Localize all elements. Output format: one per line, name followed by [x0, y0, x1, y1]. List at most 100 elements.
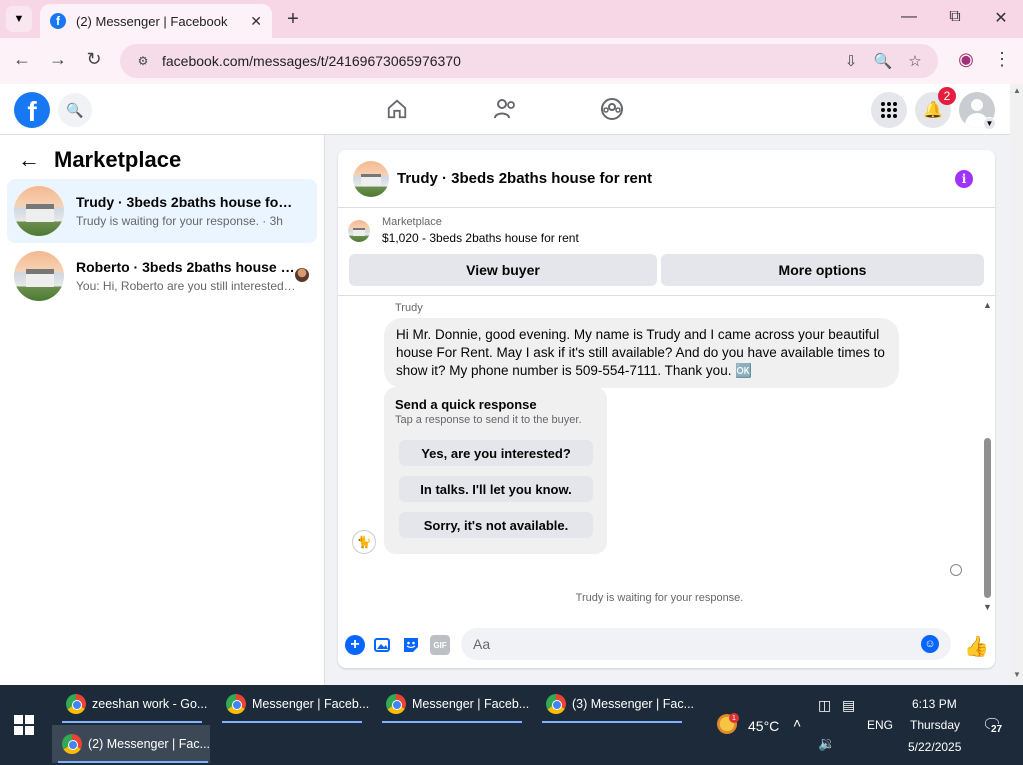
- groups-nav-icon[interactable]: [599, 96, 625, 122]
- view-buyer-button[interactable]: View buyer: [349, 254, 657, 286]
- listing-summary[interactable]: Marketplace $1,020 - 3beds 2baths house …: [348, 216, 579, 245]
- windows-start-icon[interactable]: [14, 715, 34, 735]
- message-composer: + GIF Aa ☺ 👍: [338, 626, 995, 666]
- scrollbar-thumb[interactable]: [984, 438, 991, 598]
- restore-button[interactable]: ⧉: [944, 8, 966, 26]
- chrome-icon: [66, 694, 86, 714]
- sender-name: Trudy: [395, 302, 423, 314]
- scroll-up-icon[interactable]: ▲: [1013, 86, 1021, 95]
- browser-menu-icon[interactable]: ⋮: [990, 49, 1014, 70]
- taskbar-window[interactable]: zeeshan work - Go...: [56, 685, 208, 723]
- quick-response-option[interactable]: Sorry, it's not available.: [399, 512, 593, 538]
- windows-taskbar: zeeshan work - Go... Messenger | Faceb..…: [0, 685, 1023, 765]
- search-icon: 🔍: [66, 101, 84, 118]
- message-input-placeholder: Aa: [473, 636, 491, 652]
- language-indicator[interactable]: ENG: [867, 718, 893, 732]
- taskbar-window-active[interactable]: (2) Messenger | Fac...: [52, 725, 210, 763]
- facebook-logo[interactable]: f: [14, 92, 50, 128]
- chrome-icon: [226, 694, 246, 714]
- new-tab-button[interactable]: +: [282, 8, 304, 31]
- back-button[interactable]: ←: [10, 49, 34, 70]
- photo-icon[interactable]: [373, 635, 393, 655]
- divider: [338, 295, 995, 296]
- grid-icon: [881, 102, 897, 118]
- clock-date[interactable]: 5/22/2025: [908, 740, 961, 754]
- avatar-head: [971, 99, 983, 111]
- taskbar-window-label: Messenger | Faceb...: [412, 697, 530, 711]
- browser-toolbar: ← → ↻ ⚙ facebook.com/messages/t/24169673…: [0, 38, 1023, 84]
- browser-tab-active[interactable]: f (2) Messenger | Facebook ✕: [40, 4, 272, 38]
- thumbs-up-icon[interactable]: 👍: [964, 634, 989, 659]
- conversation-item-trudy[interactable]: Trudy · 3beds 2baths house for rent Trud…: [7, 179, 317, 243]
- conversation-name: Trudy · 3beds 2baths house for rent: [76, 194, 296, 210]
- info-icon[interactable]: i: [955, 170, 973, 188]
- listing-thumbnail[interactable]: [353, 160, 389, 197]
- message-bubble[interactable]: Hi Mr. Donnie, good evening. My name is …: [384, 318, 899, 388]
- show-hidden-icons-icon[interactable]: ˄: [793, 715, 801, 731]
- taskbar-window[interactable]: Messenger | Faceb...: [376, 685, 530, 723]
- quick-response-title: Send a quick response: [395, 397, 537, 412]
- facebook-header: f 🔍 🔔 2 ▼: [0, 84, 1010, 135]
- emoji-icon[interactable]: ☺: [921, 635, 939, 653]
- tab-search-button[interactable]: ▼: [6, 6, 32, 32]
- taskbar-window[interactable]: (3) Messenger | Fac...: [536, 685, 694, 723]
- browser-tab-bar: ▼ f (2) Messenger | Facebook ✕ + — ⧉ ✕: [0, 0, 1023, 38]
- scroll-up-icon[interactable]: ▲: [983, 300, 992, 310]
- sticker-icon[interactable]: [401, 635, 421, 655]
- back-arrow-icon[interactable]: ←: [18, 147, 40, 173]
- more-options-button[interactable]: More options: [661, 254, 984, 286]
- gif-icon[interactable]: GIF: [430, 635, 450, 655]
- search-button[interactable]: 🔍: [58, 93, 92, 127]
- network-icon[interactable]: ▤: [842, 697, 855, 714]
- quick-response-option[interactable]: Yes, are you interested?: [399, 440, 593, 466]
- menu-grid-button[interactable]: [871, 92, 907, 128]
- panel-header: ← Marketplace: [18, 147, 181, 173]
- conversation-preview: You: Hi, Roberto are you still intereste…: [76, 279, 296, 293]
- volume-icon[interactable]: 🔉: [818, 735, 835, 752]
- temperature[interactable]: 45°C: [748, 718, 779, 734]
- profile-icon[interactable]: ◉: [954, 49, 978, 70]
- waiting-status: Trudy is waiting for your response.: [575, 592, 744, 604]
- chat-header: Trudy · 3beds 2baths house for rent i: [338, 150, 995, 208]
- bookmark-star-icon[interactable]: ☆: [904, 52, 926, 70]
- quick-response-card: Send a quick response Tap a response to …: [384, 387, 607, 554]
- chevron-down-icon: ▼: [13, 13, 25, 25]
- scroll-down-icon[interactable]: ▼: [983, 602, 992, 612]
- clock-time[interactable]: 6:13 PM: [912, 697, 957, 711]
- facebook-favicon-icon: f: [50, 13, 66, 29]
- page-scrollbar[interactable]: ▲ ▼: [1010, 84, 1023, 685]
- chat-panel: Trudy · 3beds 2baths house for rent i Ma…: [338, 150, 995, 668]
- home-nav-icon[interactable]: [384, 96, 410, 122]
- chat-title[interactable]: Trudy · 3beds 2baths house for rent: [397, 170, 652, 187]
- chat-scrollbar[interactable]: ▲ ▼: [981, 300, 993, 612]
- message-input[interactable]: Aa ☺: [461, 628, 951, 660]
- panel-title: Marketplace: [54, 147, 182, 172]
- quick-response-option[interactable]: In talks. I'll let you know.: [399, 476, 593, 502]
- plus-icon[interactable]: +: [345, 635, 365, 655]
- scroll-down-icon[interactable]: ▼: [1013, 670, 1021, 679]
- close-window-button[interactable]: ✕: [990, 8, 1012, 28]
- sender-avatar[interactable]: 🐈: [352, 530, 376, 554]
- minimize-button[interactable]: —: [898, 8, 920, 26]
- forward-button[interactable]: →: [46, 49, 70, 70]
- friends-nav-icon[interactable]: [492, 96, 518, 122]
- chevron-down-icon[interactable]: ▼: [983, 117, 996, 130]
- zoom-icon[interactable]: 🔍: [872, 52, 894, 70]
- taskbar-window-label: (3) Messenger | Fac...: [572, 697, 695, 711]
- listing-thumbnail: [14, 186, 64, 236]
- address-bar[interactable]: ⚙ facebook.com/messages/t/24169673065976…: [120, 44, 938, 78]
- site-settings-icon[interactable]: ⚙: [134, 52, 152, 70]
- clock-day[interactable]: Thursday: [910, 718, 960, 732]
- close-tab-icon[interactable]: ✕: [250, 13, 262, 30]
- taskbar-window[interactable]: Messenger | Faceb...: [216, 685, 369, 723]
- listing-thumbnail: [348, 220, 370, 242]
- conversation-name: Roberto · 3beds 2baths house for rent: [76, 259, 296, 275]
- reload-button[interactable]: ↻: [82, 49, 106, 70]
- conversation-list-panel: ← Marketplace Trudy · 3beds 2baths house…: [0, 135, 325, 685]
- install-app-icon[interactable]: ⇩: [840, 52, 862, 70]
- listing-thumbnail: [14, 251, 64, 301]
- quick-response-subtitle: Tap a response to send it to the buyer.: [395, 414, 582, 426]
- taskbar-window-label: (2) Messenger | Fac...: [88, 737, 211, 751]
- meet-now-icon[interactable]: ◫: [818, 697, 831, 714]
- conversation-item-roberto[interactable]: Roberto · 3beds 2baths house for rent Yo…: [7, 244, 317, 308]
